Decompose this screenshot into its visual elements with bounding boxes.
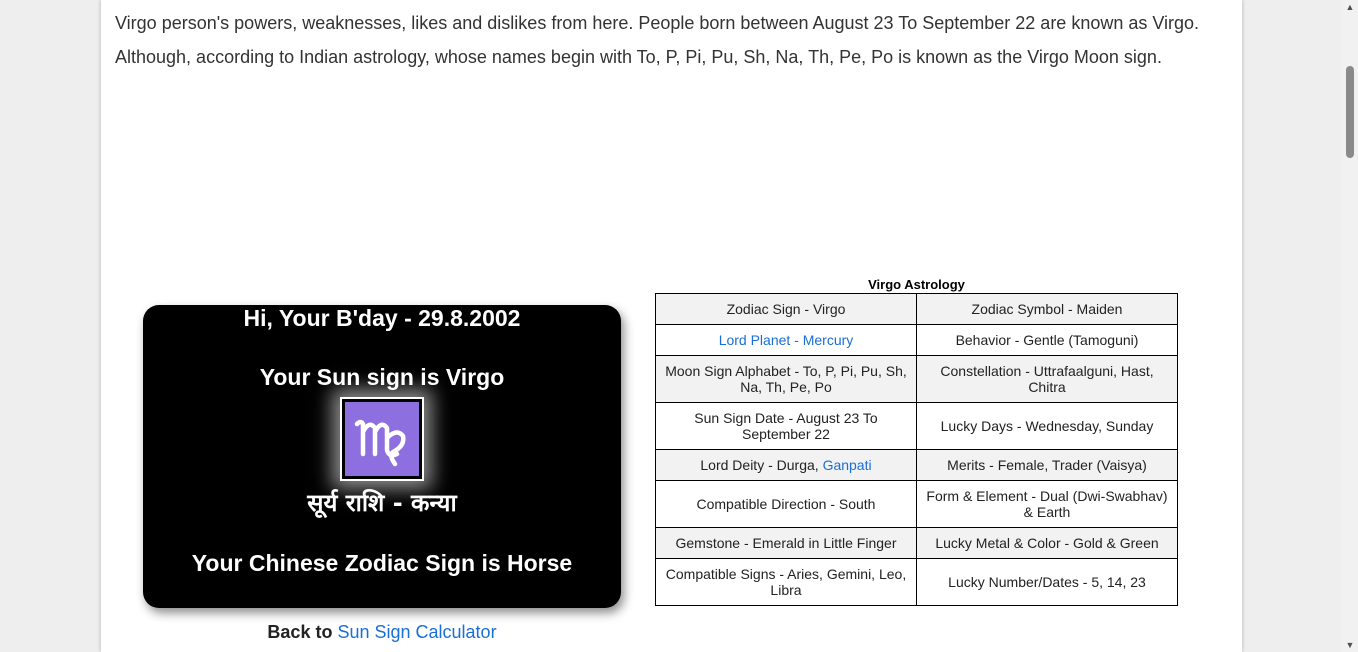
table-cell: Compatible Direction - South xyxy=(655,480,917,528)
table-row: Compatible Direction - South Form & Elem… xyxy=(655,480,1178,528)
table-cell: Behavior - Gentle (Tamoguni) xyxy=(916,324,1178,356)
table-row: Sun Sign Date - August 23 To September 2… xyxy=(655,402,1178,450)
virgo-symbol-icon xyxy=(340,397,424,481)
virgo-astrology-table: Zodiac Sign - Virgo Zodiac Symbol - Maid… xyxy=(655,293,1178,606)
table-cell: Zodiac Sign - Virgo xyxy=(655,293,917,325)
sun-sign-result-card: Hi, Your B'day - 29.8.2002 Your Sun sign… xyxy=(143,305,621,608)
back-to-line: Back to Sun Sign Calculator xyxy=(143,622,621,643)
table-row: Compatible Signs - Aries, Gemini, Leo, L… xyxy=(655,558,1178,606)
chinese-zodiac-text: Your Chinese Zodiac Sign is Horse xyxy=(191,550,573,576)
scroll-down-arrow-icon[interactable]: ▼ xyxy=(1342,638,1358,652)
sun-sign-calculator-link[interactable]: Sun Sign Calculator xyxy=(337,622,496,642)
table-row: Moon Sign Alphabet - To, P, Pi, Pu, Sh, … xyxy=(655,355,1178,403)
table-row: Lord Deity - Durga, Ganpati Merits - Fem… xyxy=(655,449,1178,481)
intro-paragraph: Virgo person's powers, weaknesses, likes… xyxy=(115,13,1200,67)
birthday-text: Hi, Your B'day - 29.8.2002 xyxy=(243,305,521,331)
table-cell: Lucky Days - Wednesday, Sunday xyxy=(916,402,1178,450)
table-cell: Compatible Signs - Aries, Gemini, Leo, L… xyxy=(655,558,917,606)
table-cell: Zodiac Symbol - Maiden xyxy=(916,293,1178,325)
vertical-scrollbar[interactable]: ▲ ▼ xyxy=(1342,0,1358,652)
table-cell: Sun Sign Date - August 23 To September 2… xyxy=(655,402,917,450)
table-cell: Constellation - Uttrafaalguni, Hast, Chi… xyxy=(916,355,1178,403)
table-row: Lord Planet - Mercury Behavior - Gentle … xyxy=(655,324,1178,356)
scrollbar-thumb[interactable] xyxy=(1346,66,1354,158)
content-page: Virgo person's powers, weaknesses, likes… xyxy=(101,0,1242,652)
back-to-label: Back to xyxy=(267,622,333,642)
sun-sign-text: Your Sun sign is Virgo xyxy=(259,364,505,390)
hindi-sun-sign-text: सूर्य राशि - कन्या xyxy=(307,489,457,517)
scroll-up-arrow-icon[interactable]: ▲ xyxy=(1342,0,1358,14)
lord-planet-link[interactable]: Lord Planet - Mercury xyxy=(719,332,854,348)
table-cell: Form & Element - Dual (Dwi-Swabhav) & Ea… xyxy=(916,480,1178,528)
virgo-glyph xyxy=(354,419,406,467)
table-caption: Virgo Astrology xyxy=(868,277,965,292)
ganpati-link[interactable]: Ganpati xyxy=(823,457,872,473)
lord-deity-label: Lord Deity - Durga, xyxy=(700,457,819,473)
table-cell: Lucky Number/Dates - 5, 14, 23 xyxy=(916,558,1178,606)
table-cell: Lord Planet - Mercury xyxy=(655,324,917,356)
table-cell: Moon Sign Alphabet - To, P, Pi, Pu, Sh, … xyxy=(655,355,917,403)
table-cell: Gemstone - Emerald in Little Finger xyxy=(655,527,917,559)
table-row: Zodiac Sign - Virgo Zodiac Symbol - Maid… xyxy=(655,293,1178,325)
table-cell: Lucky Metal & Color - Gold & Green xyxy=(916,527,1178,559)
table-cell: Lord Deity - Durga, Ganpati xyxy=(655,449,917,481)
table-cell: Merits - Female, Trader (Vaisya) xyxy=(916,449,1178,481)
table-row: Gemstone - Emerald in Little Finger Luck… xyxy=(655,527,1178,559)
